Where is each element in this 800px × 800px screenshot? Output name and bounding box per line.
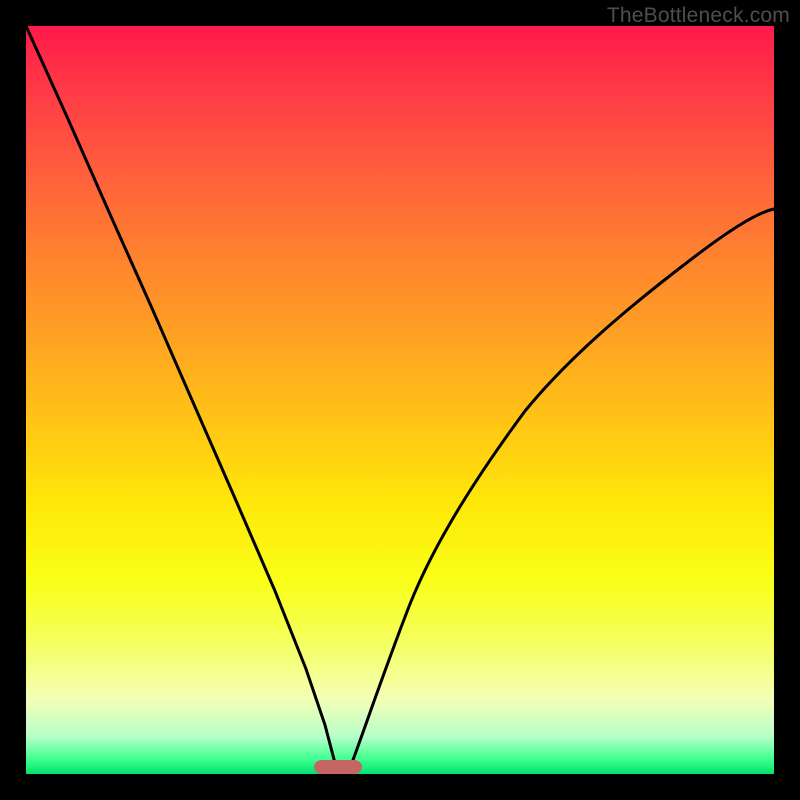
- chart-frame: TheBottleneck.com: [0, 0, 800, 800]
- curve-layer: [26, 26, 774, 774]
- plot-area: [26, 26, 774, 774]
- right-curve: [350, 209, 774, 768]
- watermark-text: TheBottleneck.com: [607, 4, 790, 28]
- bottleneck-marker: [314, 760, 362, 774]
- left-curve: [26, 26, 336, 767]
